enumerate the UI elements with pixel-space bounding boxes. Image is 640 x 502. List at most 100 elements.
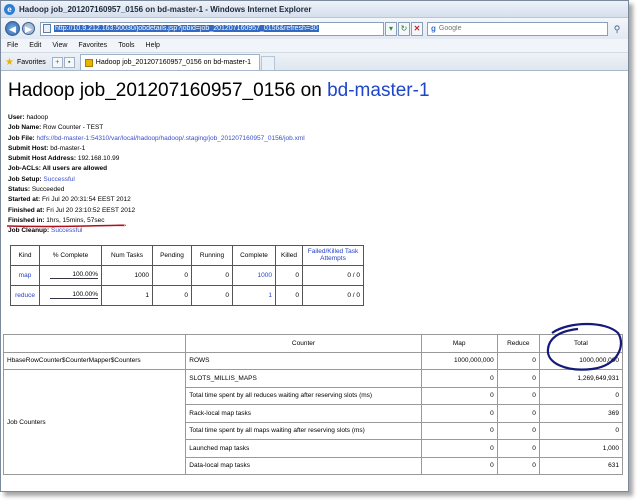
kind-cell: reduce (10, 284, 40, 306)
user-value: hadoop (26, 114, 49, 121)
tasks-header-kind: Kind (10, 244, 40, 266)
menu-edit[interactable]: Edit (29, 42, 41, 49)
window-title: Hadoop job_201207160957_0156 on bd-maste… (19, 4, 312, 14)
menu-tools[interactable]: Tools (118, 42, 134, 49)
counter-name: Data-local map tasks (185, 456, 422, 475)
reduce-pct: 100.00% (50, 291, 98, 300)
map-kind-link[interactable]: map (19, 272, 32, 279)
counter-total: 0 (538, 386, 624, 405)
counter-name: SLOTS_MILLIS_MAPS (185, 369, 422, 388)
complete-cell: 1 (232, 284, 276, 306)
title-bar: e Hadoop job_201207160957_0156 on bd-mas… (1, 1, 628, 18)
reduce-pending: 0 (152, 284, 192, 306)
reduce-complete-link[interactable]: 1 (268, 292, 272, 299)
ie-logo-icon: e (4, 3, 15, 15)
counters-header-group (2, 334, 187, 353)
jobfile-link[interactable]: hdfs://bd-master-1:54310/var/local/hadoo… (37, 135, 305, 142)
stop-icon[interactable]: ✕ (411, 21, 423, 36)
tasks-header-pending: Pending (152, 244, 192, 266)
counters-header-row: Counter Map Reduce Total (2, 334, 624, 353)
tasks-header-attempts[interactable]: Failed/Killed Task Attempts (302, 244, 364, 266)
jobfile-label: Job File: (8, 134, 35, 142)
menu-file[interactable]: File (7, 42, 18, 49)
suggested-sites-icon[interactable]: ▪ (63, 56, 75, 68)
page-title: Hadoop job_201207160957_0156 on bd-maste… (8, 80, 628, 102)
counter-reduce: 0 (496, 456, 540, 475)
reduce-attempts: 0 / 0 (302, 284, 364, 306)
forward-arrow-icon[interactable]: ▶ (22, 22, 35, 35)
search-box[interactable]: g (427, 21, 608, 36)
map-pct: 100.00% (50, 271, 98, 280)
counter-total: 1000,000,000 (538, 351, 624, 370)
submitaddr-label: Submit Host Address: (8, 155, 77, 163)
map-killed: 0 (275, 264, 303, 286)
favorites-label: Favorites (16, 58, 46, 66)
tasks-header-num-tasks: Num Tasks (101, 244, 153, 266)
cleanup-link[interactable]: Successful (51, 227, 82, 234)
counter-reduce: 0 (496, 439, 540, 458)
page-icon (43, 24, 51, 33)
search-icon[interactable]: ⚲ (610, 22, 624, 36)
browser-window: e Hadoop job_201207160957_0156 on bd-mas… (0, 0, 629, 492)
counter-map: 0 (420, 439, 498, 458)
table-row: Job Counters SLOTS_MILLIS_MAPS 0 0 1,269… (2, 369, 624, 475)
counter-map: 0 (420, 421, 498, 440)
reduce-kind-link[interactable]: reduce (15, 292, 35, 299)
reduce-killed: 0 (275, 284, 303, 306)
search-input[interactable] (438, 25, 607, 32)
tab-hadoop-job[interactable]: Hadoop job_201207160957_0156 on bd-maste… (79, 54, 260, 70)
finishedin-value: 1hrs, 15mins, 57sec (46, 216, 105, 224)
table-row: reduce 100.00% 1 0 0 1 0 0 / 0 (10, 284, 364, 306)
counter-total: 1,000 (538, 439, 624, 458)
menu-bar: File Edit View Favorites Tools Help (1, 39, 628, 53)
status-value: Succeeded (31, 186, 65, 194)
submithost-value: bd-master-1 (50, 144, 86, 152)
table-row: HbaseRowCounter$CounterMapper$Counters R… (2, 351, 624, 370)
counter-name: Rack-local map tasks (185, 404, 422, 423)
finished-label: Finished at: (8, 206, 45, 214)
user-label: User: (8, 114, 25, 121)
go-icon[interactable]: ▾ (385, 21, 397, 36)
page-title-text: Hadoop job_201207160957_0156 on (8, 80, 328, 101)
refresh-icon[interactable]: ↻ (398, 21, 410, 36)
red-underline-annotation (6, 224, 126, 228)
back-arrow-icon[interactable]: ◀ (5, 21, 20, 36)
status-label: Status: (8, 186, 31, 194)
job-counter-group: Job Counters (2, 369, 187, 475)
favorites-button[interactable]: ★ Favorites (5, 54, 46, 70)
counters-table: Counter Map Reduce Total HbaseRowCounter… (2, 334, 624, 475)
setup-link[interactable]: Successful (43, 176, 74, 183)
tasks-header-row: Kind % Complete Num Tasks Pending Runnin… (10, 244, 364, 266)
complete-cell: 1000 (232, 264, 276, 286)
host-link[interactable]: bd-master-1 (327, 80, 429, 101)
counter-name: ROWS (185, 351, 422, 370)
finished-value: Fri Jul 20 23:10:52 EEST 2012 (46, 206, 136, 214)
address-url[interactable]: http://10.9.212.163:50030/jobdetails.jsp… (54, 25, 319, 32)
kind-cell: map (10, 264, 40, 286)
new-tab-button[interactable] (260, 56, 275, 70)
tab-page-icon (84, 58, 93, 67)
started-label: Started at: (8, 196, 41, 204)
map-complete-link[interactable]: 1000 (258, 272, 272, 279)
tab-bar: ★ Favorites + ▪ Hadoop job_201207160957_… (1, 53, 628, 71)
counter-name: Launched map tasks (185, 439, 422, 458)
finishedin-label: Finished in: (8, 216, 45, 224)
menu-help[interactable]: Help (146, 42, 160, 49)
add-favorite-icon[interactable]: + (51, 56, 63, 68)
counters-header-reduce: Reduce (496, 334, 540, 353)
counter-map: 0 (420, 369, 498, 388)
counters-header-total: Total (538, 334, 624, 353)
counter-reduce: 0 (496, 421, 540, 440)
counter-total: 0 (538, 421, 624, 440)
counter-map: 0 (420, 404, 498, 423)
tasks-header-complete-pct: % Complete (39, 244, 102, 266)
menu-favorites[interactable]: Favorites (78, 42, 107, 49)
address-field[interactable]: http://10.9.212.163:50030/jobdetails.jsp… (40, 21, 384, 36)
finished-in-row: Finished in: 1hrs, 15mins, 57sec (6, 216, 126, 228)
table-row: map 100.00% 1000 0 0 1000 0 0 / 0 (10, 264, 364, 286)
counter-reduce: 0 (496, 404, 540, 423)
favorites-star-icon: ★ (5, 56, 14, 68)
counters-header-map: Map (420, 334, 498, 353)
menu-view[interactable]: View (52, 42, 67, 49)
counter-reduce: 0 (496, 386, 540, 405)
